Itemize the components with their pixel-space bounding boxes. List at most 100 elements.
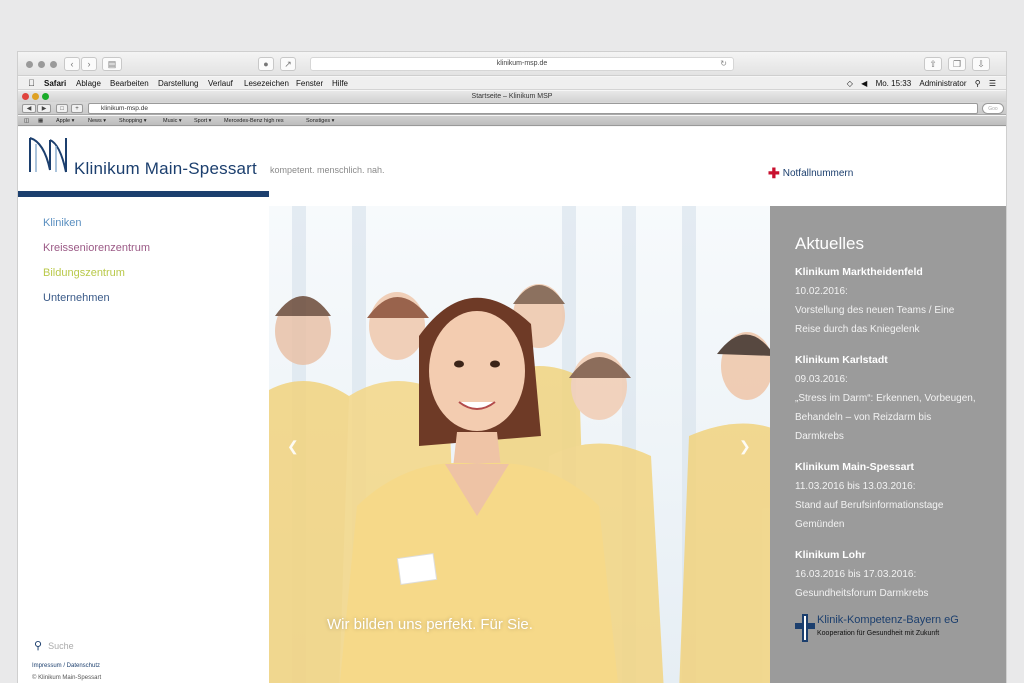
bookmark-sonstiges[interactable]: Sonstiges ▾ — [306, 116, 334, 126]
nav-item-kliniken[interactable]: Kliniken — [43, 217, 82, 229]
close-dot[interactable] — [26, 61, 33, 68]
menu-lesezeichen[interactable]: Lesezeichen — [244, 77, 289, 90]
news-item-title[interactable]: Klinikum Main-Spessart — [795, 461, 914, 473]
sidebar-toggle-icon[interactable]: ▤ — [102, 57, 122, 71]
address-text: klinikum-msp.de — [496, 60, 548, 67]
brand-name[interactable]: Klinikum Main-Spessart — [74, 159, 257, 179]
search-placeholder: Suche — [48, 641, 74, 651]
inner-forward-button[interactable]: ▶ — [37, 104, 51, 113]
hero-slider[interactable]: ❮ ❯ Wir bilden uns perfekt. Für Sie. — [269, 206, 770, 683]
news-item-text[interactable]: Vorstellung des neuen Teams / Eine — [795, 305, 954, 316]
fullscreen-icon[interactable]: ↗ — [280, 57, 296, 71]
menu-darstellung[interactable]: Darstellung — [158, 77, 198, 90]
slider-prev-arrow-icon[interactable]: ❮ — [287, 438, 299, 455]
back-button[interactable]: ‹ — [64, 57, 80, 71]
news-item-title[interactable]: Klinikum Lohr — [795, 549, 866, 561]
partner-name: Klinik-Kompetenz-Bayern eG — [817, 614, 959, 626]
kkb-cross-icon — [795, 614, 815, 642]
news-item-title[interactable]: Klinikum Karlstadt — [795, 354, 888, 366]
emergency-numbers-link[interactable]: ✚ Notfallnummern — [768, 165, 853, 182]
bookmark-shopping[interactable]: Shopping ▾ — [119, 116, 147, 126]
spotlight-icon[interactable]: ⚲ — [975, 79, 981, 88]
bookmark-sport[interactable]: Sport ▾ — [194, 116, 211, 126]
menu-bearbeiten[interactable]: Bearbeiten — [110, 77, 149, 90]
emergency-label: Notfallnummern — [782, 168, 854, 179]
hero-caption: Wir bilden uns perfekt. Für Sie. — [327, 616, 533, 633]
bookmark-news[interactable]: News ▾ — [88, 116, 106, 126]
partner-logo[interactable]: Klinik-Kompetenz-Bayern eG Kooperation f… — [795, 614, 1000, 654]
site-search[interactable]: ⚲ Suche — [34, 639, 74, 652]
inner-address-bar[interactable]: klinikum-msp.de — [88, 103, 978, 114]
mac-menubar:  Safari Ablage Bearbeiten Darstellung V… — [18, 77, 1006, 90]
menu-ablage[interactable]: Ablage — [76, 77, 101, 90]
minimize-dot[interactable] — [38, 61, 45, 68]
news-item-text[interactable]: Reise durch das Kniegelenk — [795, 324, 920, 335]
search-icon[interactable]: ⚲ — [34, 640, 42, 652]
news-item-date: 16.03.2016 bis 17.03.2016: — [795, 569, 917, 580]
news-panel: Aktuelles Klinikum Marktheidenfeld 10.02… — [770, 206, 1006, 683]
inner-search-field[interactable]: Goo — [982, 103, 1004, 114]
menu-hilfe[interactable]: Hilfe — [332, 77, 348, 90]
inner-back-button[interactable]: ◀ — [22, 104, 36, 113]
outer-toolbar: ‹ › ▤ ● ↗ klinikum-msp.de ↻ ⇧ ❐ ⇩ — [18, 52, 1006, 76]
user-menu[interactable]: Administrator — [919, 79, 966, 88]
website-content: Klinikum Main-Spessart kompetent. mensch… — [18, 127, 1006, 683]
news-item-text[interactable]: Gesundheitsforum Darmkrebs — [795, 588, 928, 599]
menu-app[interactable]: Safari — [44, 77, 66, 90]
tabs-icon[interactable]: ❐ — [948, 57, 966, 71]
reload-icon[interactable]: ↻ — [720, 58, 727, 70]
news-item-title[interactable]: Klinikum Marktheidenfeld — [795, 266, 923, 278]
news-item-text[interactable]: Behandeln – von Reizdarm bis — [795, 412, 931, 423]
news-heading: Aktuelles — [795, 234, 864, 253]
inner-tab-icon[interactable]: □ — [56, 104, 68, 113]
news-item-date: 09.03.2016: — [795, 374, 848, 385]
inner-title-text: Startseite – Klinikum MSP — [471, 93, 553, 100]
red-cross-icon: ✚ — [768, 165, 780, 181]
list-icon[interactable]: ☰ — [989, 79, 996, 88]
inner-toolbar: ◀ ▶ □ + klinikum-msp.de Goo — [18, 102, 1006, 115]
bookmark-mercedes[interactable]: Mercedes-Benz high res — [224, 116, 284, 126]
inner-zoom-dot[interactable] — [42, 93, 49, 100]
apple-icon[interactable]:  — [28, 77, 35, 90]
menu-verlauf[interactable]: Verlauf — [208, 77, 233, 90]
news-item-date: 11.03.2016 bis 13.03.2016: — [795, 481, 916, 492]
forward-button[interactable]: › — [81, 57, 97, 71]
bookmarks-bar: ◫ ▦ Apple ▾ News ▾ Shopping ▾ Music ▾ Sp… — [18, 116, 1006, 126]
downloads-icon[interactable]: ⇩ — [972, 57, 990, 71]
menu-fenster[interactable]: Fenster — [296, 77, 323, 90]
partner-subtitle: Kooperation für Gesundheit mit Zukunft — [817, 630, 940, 637]
volume-icon[interactable]: ◀ — [861, 79, 867, 88]
clock[interactable]: Mo. 15:33 — [876, 79, 912, 88]
sidebar-nav: Kliniken Kreisseniorenzentrum Bildungsze… — [18, 197, 269, 683]
inner-add-icon[interactable]: + — [71, 104, 83, 113]
reading-list-icon[interactable]: ◫ — [24, 116, 29, 126]
news-item-text[interactable]: Darmkrebs — [795, 431, 844, 442]
hero-photo-nurses — [269, 206, 770, 683]
news-item-date: 10.02.2016: — [795, 286, 848, 297]
brand-tagline: kompetent. menschlich. nah. — [270, 165, 385, 175]
news-item-text[interactable]: „Stress im Darm“: Erkennen, Vorbeugen, — [795, 393, 976, 404]
wifi-icon[interactable]: ◇ — [847, 79, 853, 88]
address-bar[interactable]: klinikum-msp.de ↻ — [310, 57, 734, 71]
inner-address-text: klinikum-msp.de — [101, 105, 148, 112]
inner-minimize-dot[interactable] — [32, 93, 39, 100]
news-item-text[interactable]: Gemünden — [795, 519, 844, 530]
inner-close-dot[interactable] — [22, 93, 29, 100]
bookmark-apple[interactable]: Apple ▾ — [56, 116, 74, 126]
zoom-dot[interactable] — [50, 61, 57, 68]
share-icon[interactable]: ⇧ — [924, 57, 942, 71]
globe-icon[interactable]: ● — [258, 57, 274, 71]
outer-browser-window: ‹ › ▤ ● ↗ klinikum-msp.de ↻ ⇧ ❐ ⇩  Safa… — [18, 52, 1006, 683]
news-item-text[interactable]: Stand auf Berufsinformationstage — [795, 500, 943, 511]
nav-item-unternehmen[interactable]: Unternehmen — [43, 292, 110, 304]
nav-item-bildungszentrum[interactable]: Bildungszentrum — [43, 267, 125, 279]
nav-item-kreisseniorenzentrum[interactable]: Kreisseniorenzentrum — [43, 242, 150, 254]
inner-window-title: Startseite – Klinikum MSP — [18, 91, 1006, 102]
menubar-status: ◇ ◀ Mo. 15:33 Administrator ⚲ ☰ — [841, 77, 996, 90]
copyright-text: © Klinikum Main-Spessart — [32, 675, 102, 681]
clinic-logo-icon[interactable] — [26, 132, 70, 176]
bookmark-music[interactable]: Music ▾ — [163, 116, 182, 126]
slider-next-arrow-icon[interactable]: ❯ — [739, 438, 751, 455]
top-sites-icon[interactable]: ▦ — [38, 116, 43, 126]
imprint-privacy-link[interactable]: Impressum / Datenschutz — [32, 663, 100, 669]
